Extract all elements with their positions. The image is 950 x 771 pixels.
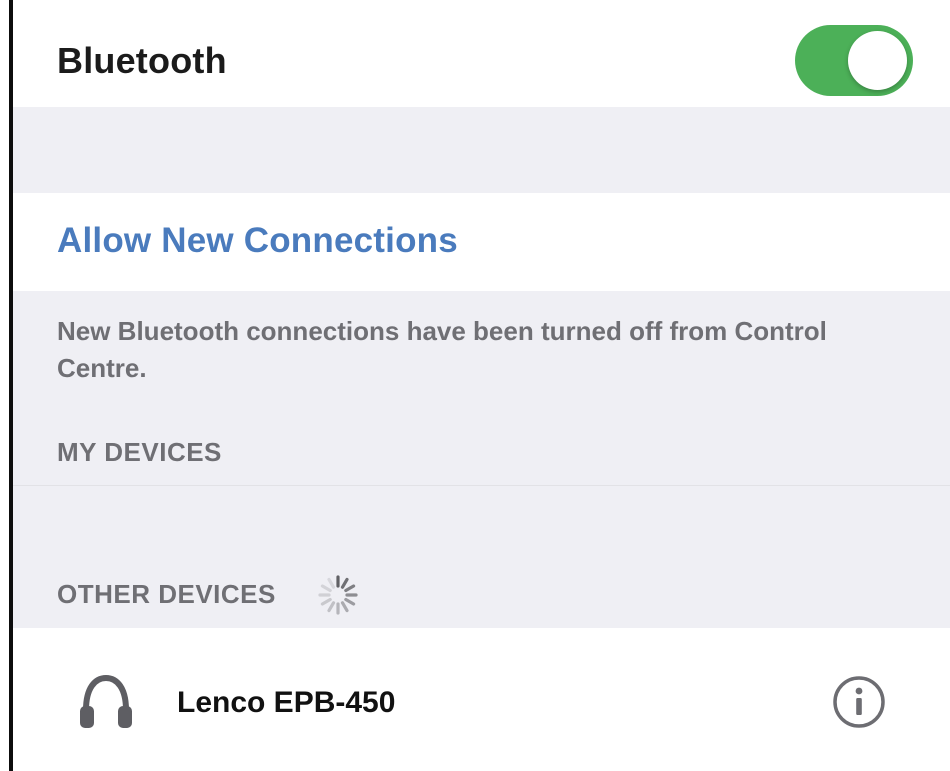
bluetooth-title: Bluetooth	[57, 40, 227, 81]
info-icon[interactable]	[830, 673, 888, 731]
bluetooth-row: Bluetooth	[13, 0, 950, 107]
left-edge-margin	[0, 0, 9, 771]
connections-note: New Bluetooth connections have been turn…	[57, 316, 827, 383]
loading-spinner-icon	[318, 575, 358, 615]
bluetooth-toggle[interactable]	[795, 25, 913, 96]
device-row-lenco[interactable]: Lenco EPB-450	[13, 628, 950, 771]
allow-new-connections-link[interactable]: Allow New Connections	[57, 221, 458, 261]
bluetooth-settings-screen: Bluetooth Allow New Connections New Blue…	[0, 0, 950, 771]
headphones-icon	[80, 674, 132, 728]
other-devices-header: OTHER DEVICES	[57, 579, 276, 609]
device-name: Lenco EPB-450	[177, 686, 396, 719]
section-divider	[13, 485, 950, 486]
allow-connections-row[interactable]: Allow New Connections	[13, 193, 950, 291]
toggle-knob	[848, 31, 907, 90]
my-devices-header: MY DEVICES	[57, 437, 222, 467]
